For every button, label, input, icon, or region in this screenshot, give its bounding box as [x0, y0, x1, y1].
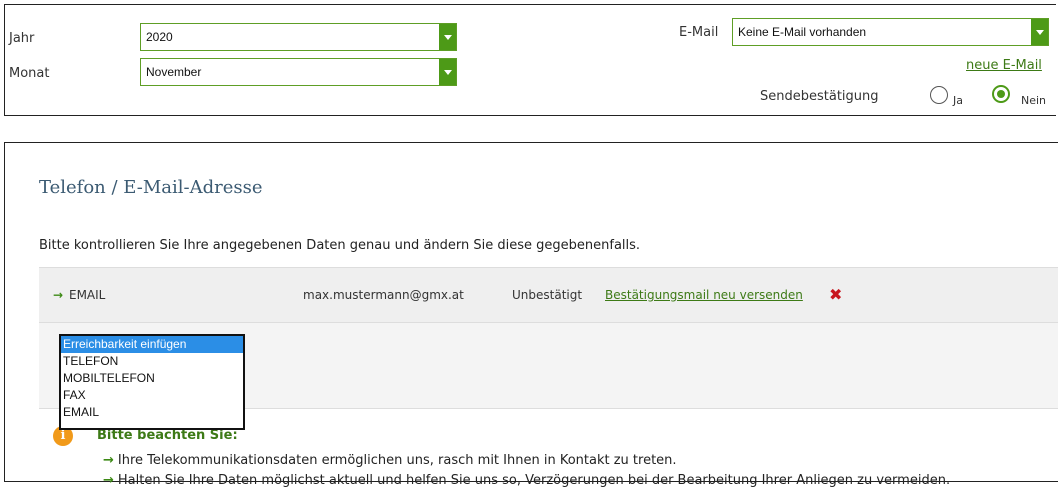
send-confirmation-label: Sendebestätigung — [760, 89, 879, 104]
chevron-down-icon[interactable] — [439, 24, 456, 50]
page-title: Telefon / E-Mail-Adresse — [39, 177, 263, 198]
year-select-value: 2020 — [146, 30, 173, 44]
entry-value: max.mustermann@gmx.at — [303, 288, 464, 302]
email-select[interactable]: Keine E-Mail vorhanden — [732, 18, 1049, 46]
add-contact-area: Erreichbarkeit einfügen TELEFON MOBILTEL… — [39, 323, 1058, 430]
arrow-right-icon: → — [53, 288, 64, 302]
year-label: Jahr — [9, 31, 35, 46]
contact-entry-row: → EMAIL max.mustermann@gmx.at Unbestätig… — [39, 267, 1058, 323]
listbox-option[interactable]: TELEFON — [61, 353, 243, 370]
resend-confirmation-link[interactable]: Bestätigungsmail neu versenden — [605, 268, 803, 322]
filter-panel: Jahr 2020 Monat November E-Mail Keine E-… — [4, 4, 1056, 116]
month-select-value: November — [146, 65, 202, 79]
notice-bullet: → Halten Sie Ihre Daten möglichst aktuell… — [103, 473, 950, 488]
notice-bullet: → Ihre Telekommunikationsdaten ermögliche… — [103, 453, 677, 468]
radio-yes-label: Ja — [953, 94, 963, 107]
entry-type: EMAIL — [69, 288, 106, 302]
email-select-value: Keine E-Mail vorhanden — [738, 25, 867, 39]
month-label: Monat — [9, 66, 50, 81]
year-select[interactable]: 2020 — [140, 23, 457, 51]
chevron-down-icon[interactable] — [439, 59, 456, 85]
radio-no[interactable] — [992, 85, 1010, 103]
listbox-option[interactable]: MOBILTELEFON — [61, 370, 243, 387]
listbox-option[interactable]: Erreichbarkeit einfügen — [61, 336, 243, 353]
notice-bullet-text: Halten Sie Ihre Daten möglichst aktuell … — [117, 473, 951, 488]
contact-panel: Telefon / E-Mail-Adresse Bitte kontrolli… — [4, 142, 1058, 488]
entry-status: Unbestätigt — [512, 288, 583, 302]
chevron-down-icon[interactable] — [1031, 19, 1048, 45]
new-email-link[interactable]: neue E-Mail — [966, 58, 1042, 73]
listbox-option[interactable]: EMAIL — [61, 404, 243, 421]
notice-title: Bitte beachten Sie: — [97, 428, 238, 443]
notice-bullet-text: Ihre Telekommunikationsdaten ermöglichen… — [117, 453, 677, 468]
month-select[interactable]: November — [140, 58, 457, 86]
arrow-right-icon: → — [103, 473, 114, 488]
radio-no-label: Nein — [1021, 94, 1047, 107]
listbox-option[interactable]: FAX — [61, 387, 243, 404]
delete-icon[interactable]: ✖ — [829, 268, 842, 322]
email-label: E-Mail — [679, 25, 719, 40]
contact-type-listbox[interactable]: Erreichbarkeit einfügen TELEFON MOBILTEL… — [59, 334, 245, 430]
intro-text: Bitte kontrollieren Sie Ihre angegebenen… — [39, 238, 641, 253]
arrow-right-icon: → — [103, 453, 114, 468]
radio-yes[interactable] — [930, 86, 948, 104]
